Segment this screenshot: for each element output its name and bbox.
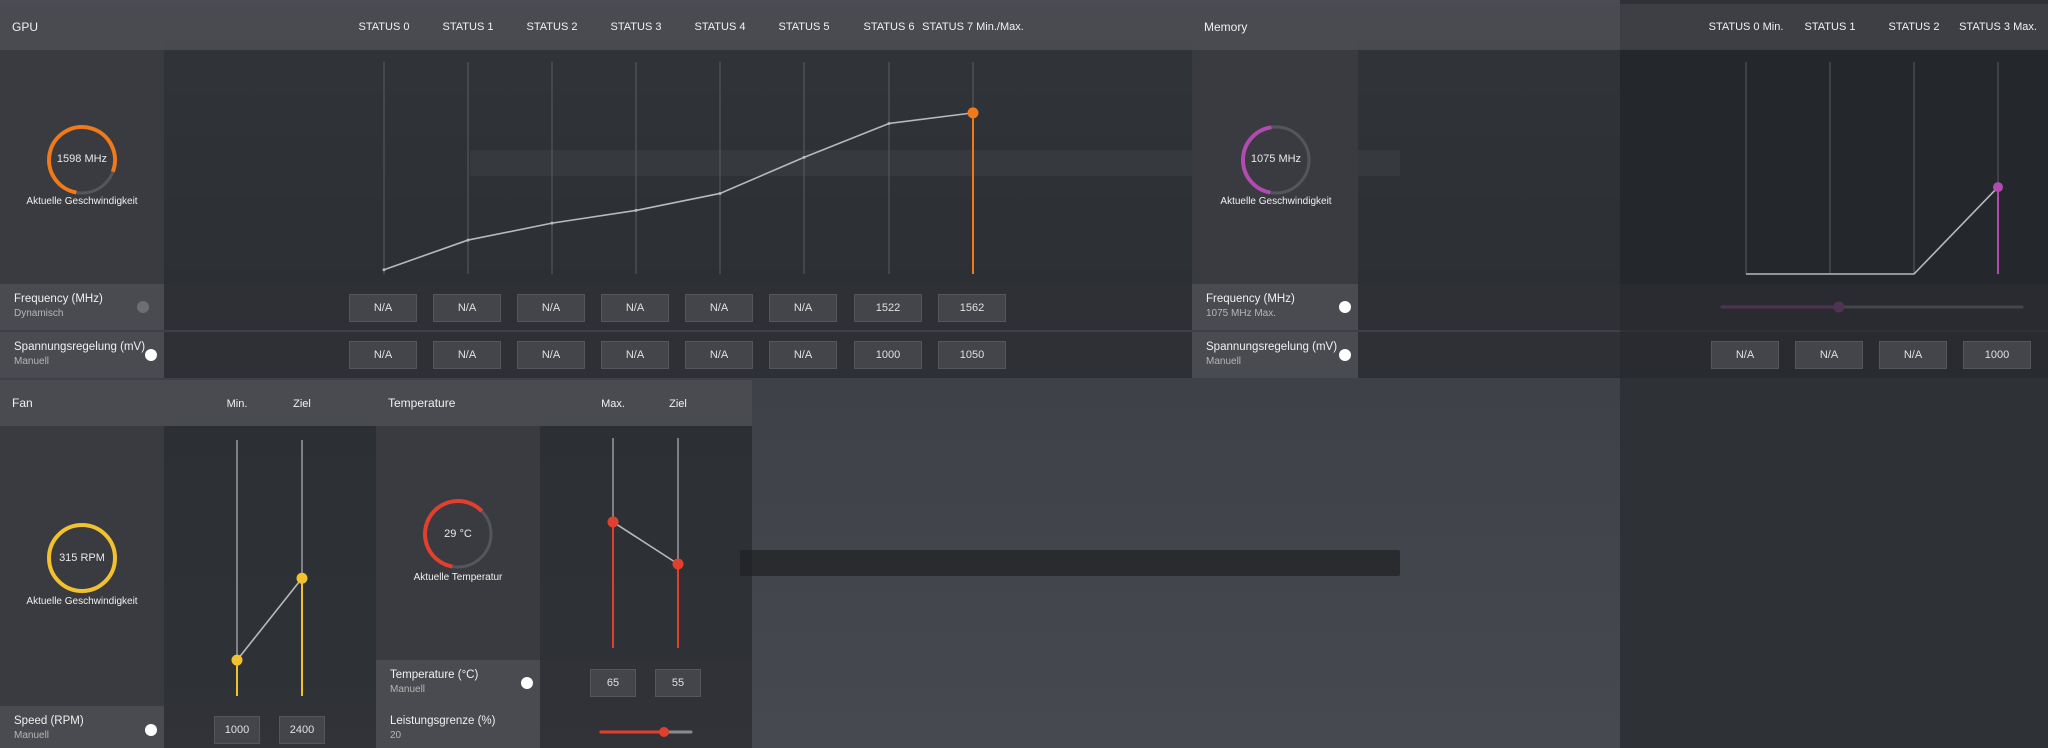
gpu-voltage-value-7[interactable]: 1050 <box>938 341 1006 369</box>
temperature-curve-line <box>612 521 679 565</box>
fan-speed-label: Speed (RPM) <box>14 715 84 727</box>
fan-title: Fan <box>0 380 164 426</box>
temperature-label: Temperature (°C) <box>390 669 479 681</box>
gpu-voltage-value-4[interactable]: N/A <box>685 341 753 369</box>
gpu-voltage-label: Spannungsregelung (mV) <box>14 341 146 353</box>
gpu-voltage-mode: Manuell <box>14 356 50 367</box>
memory-voltage-row-label: Spannungsregelung (mV) Manuell <box>1192 332 1358 378</box>
fan-col-ziel: Ziel <box>293 398 311 410</box>
memory-status-header-3: STATUS 3 Max. <box>1959 21 2037 33</box>
gpu-frequency-curve <box>383 112 974 271</box>
temperature-mode: Manuell <box>390 684 426 695</box>
power-slider-handle[interactable] <box>659 727 669 737</box>
gpu-voltage-value-1[interactable]: N/A <box>433 341 501 369</box>
temperature-col-ziel: Ziel <box>669 398 687 410</box>
gpu-frequency-value-0[interactable]: N/A <box>349 294 417 322</box>
temperature-curve-chart[interactable] <box>540 426 752 660</box>
gpu-voltage-toggle[interactable] <box>145 349 157 361</box>
temperature-title: Temperature <box>376 380 540 426</box>
gpu-status-header-7: STATUS 7 Min./Max. <box>922 21 1024 33</box>
memory-frequency-curve <box>1746 186 1999 275</box>
fan-slider-handle-0[interactable] <box>231 654 243 666</box>
temperature-toggle[interactable] <box>521 677 533 689</box>
memory-voltage-value-0[interactable]: N/A <box>1711 341 1779 369</box>
gpu-curve-point-2[interactable] <box>550 221 554 225</box>
background-blur-bar <box>740 550 1400 576</box>
gpu-curve-point-1[interactable] <box>466 238 470 242</box>
gpu-frequency-row <box>164 284 1192 330</box>
temperature-gauge-label: Aktuelle Temperatur <box>413 572 503 583</box>
fan-speed-toggle[interactable] <box>145 724 157 736</box>
gpu-frequency-value-5[interactable]: N/A <box>769 294 837 322</box>
gpu-voltage-value-2[interactable]: N/A <box>517 341 585 369</box>
gpu-curve-point-0[interactable] <box>382 268 386 272</box>
fan-gauge-value: 315 RPM <box>59 552 105 564</box>
gpu-curve-handle[interactable] <box>967 107 979 119</box>
gpu-frequency-value-3[interactable]: N/A <box>601 294 669 322</box>
memory-frequency-label: Frequency (MHz) <box>1206 293 1295 305</box>
gpu-frequency-value-6[interactable]: 1522 <box>854 294 922 322</box>
memory-frequency-chart[interactable] <box>1358 0 2048 330</box>
memory-voltage-value-3[interactable]: 1000 <box>1963 341 2031 369</box>
temperature-row <box>540 660 752 706</box>
gpu-voltage-value-5[interactable]: N/A <box>769 341 837 369</box>
memory-gauge-value: 1075 MHz <box>1250 153 1302 165</box>
temperature-gauge-value: 29 °C <box>444 528 472 540</box>
gpu-voltage-value-0[interactable]: N/A <box>349 341 417 369</box>
gpu-curve-point-4[interactable] <box>718 191 722 195</box>
gpu-frequency-value-1[interactable]: N/A <box>433 294 501 322</box>
temperature-slider-handle-1[interactable] <box>672 558 684 570</box>
memory-frequency-row <box>1358 284 2048 330</box>
fan-curve-line <box>236 577 303 661</box>
temperature-max-value[interactable]: 65 <box>590 669 636 697</box>
fan-target-value[interactable]: 2400 <box>279 716 325 744</box>
fan-speed-row <box>164 706 376 748</box>
gpu-voltage-value-3[interactable]: N/A <box>601 341 669 369</box>
fan-slider-handle-1[interactable] <box>296 572 308 584</box>
gpu-curve-point-6[interactable] <box>887 121 891 125</box>
power-limit-row-label: Leistungsgrenze (%) 20 <box>376 706 540 748</box>
power-limit-slider[interactable] <box>596 722 696 742</box>
gpu-curve-point-3[interactable] <box>634 208 638 212</box>
gpu-voltage-row-label: Spannungsregelung (mV) Manuell <box>0 332 164 378</box>
power-limit-value: 20 <box>390 730 402 741</box>
memory-gauge-label: Aktuelle Geschwindigkeit <box>1220 196 1332 207</box>
gpu-curve-point-5[interactable] <box>802 155 806 159</box>
memory-frequency-row-label: Frequency (MHz) 1075 MHz Max. <box>1192 284 1358 330</box>
fan-gauge-label: Aktuelle Geschwindigkeit <box>26 596 138 607</box>
fan-min-value[interactable]: 1000 <box>214 716 260 744</box>
fan-speed-mode: Manuell <box>14 730 50 741</box>
temperature-slider-handle-0[interactable] <box>607 516 619 528</box>
memory-voltage-label: Spannungsregelung (mV) <box>1206 341 1338 353</box>
memory-voltage-value-2[interactable]: N/A <box>1879 341 1947 369</box>
fan-curve-chart[interactable] <box>164 426 376 706</box>
power-limit-label: Leistungsgrenze (%) <box>390 715 496 727</box>
memory-title: Memory <box>1192 4 1358 50</box>
gpu-voltage-row <box>164 332 1192 378</box>
memory-voltage-mode: Manuell <box>1206 356 1242 367</box>
temperature-row-label: Temperature (°C) Manuell <box>376 660 540 706</box>
temperature-target-value[interactable]: 55 <box>655 669 701 697</box>
memory-frequency-mode: 1075 MHz Max. <box>1206 308 1277 319</box>
fan-speed-row-label: Speed (RPM) Manuell <box>0 706 164 748</box>
memory-voltage-toggle[interactable] <box>1339 349 1351 361</box>
gpu-frequency-value-2[interactable]: N/A <box>517 294 585 322</box>
memory-frequency-toggle[interactable] <box>1339 301 1351 313</box>
gpu-frequency-value-7[interactable]: 1562 <box>938 294 1006 322</box>
gpu-frequency-toggle[interactable] <box>137 301 149 313</box>
gpu-frequency-chart[interactable] <box>0 0 1200 290</box>
memory-voltage-value-1[interactable]: N/A <box>1795 341 1863 369</box>
memory-curve-handle[interactable] <box>1993 182 2003 193</box>
memory-status-header-1: STATUS 1 <box>1804 21 1856 33</box>
gpu-voltage-value-6[interactable]: 1000 <box>854 341 922 369</box>
gpu-frequency-value-4[interactable]: N/A <box>685 294 753 322</box>
